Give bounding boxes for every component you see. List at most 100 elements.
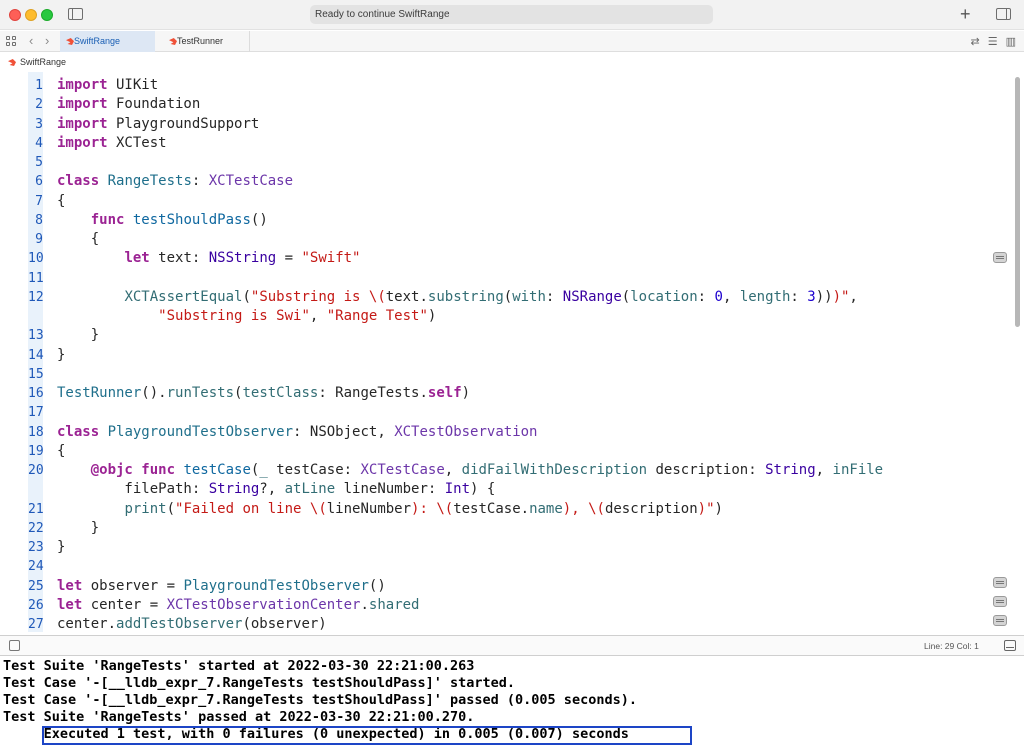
line-number: 7 — [35, 193, 43, 209]
line-number: 23 — [28, 540, 44, 555]
line-number: 19 — [28, 443, 44, 459]
line-number: 8 — [35, 212, 43, 228]
line-number: 24 — [28, 559, 44, 575]
line-number: 10 — [28, 251, 44, 267]
code-line[interactable]: 14} — [0, 346, 1010, 365]
code-line[interactable]: 20 @objc func testCase(_ testCase: XCTes… — [0, 461, 1010, 480]
line-number: 15 — [28, 366, 44, 382]
breadcrumb-item[interactable]: SwiftRange — [20, 53, 66, 72]
activity-status: Ready to continue SwiftRange — [310, 5, 713, 24]
split-editor-icon[interactable]: ▥ — [1006, 35, 1016, 48]
sidebar-toggle-icon[interactable] — [68, 8, 83, 20]
code-text[interactable]: } — [57, 519, 99, 538]
tab-bar: ‹ › SwiftRange TestRunner ⇄ ☰ ▥ — [0, 31, 1024, 52]
highlight-box — [42, 726, 692, 745]
forward-icon[interactable]: › — [45, 33, 49, 49]
code-line[interactable]: 3 import PlaygroundSupport — [0, 115, 1010, 134]
code-line[interactable]: 10 let text: NSString = "Swift" — [0, 249, 1010, 268]
code-text[interactable]: func testShouldPass() — [57, 211, 268, 230]
code-line[interactable]: 15 — [0, 365, 1010, 384]
checkbox-icon[interactable] — [9, 640, 20, 651]
code-line[interactable]: 23} — [0, 538, 1010, 557]
code-line[interactable]: 19 { — [0, 442, 1010, 461]
code-line[interactable]: 8 func testShouldPass() — [0, 211, 1010, 230]
result-preview-icon[interactable] — [993, 596, 1007, 607]
console-output: Test Suite 'RangeTests' started at 2022-… — [0, 657, 1024, 751]
zoom-window-button[interactable] — [41, 9, 53, 21]
line-number: 9 — [35, 232, 43, 247]
inspector-toggle-icon[interactable] — [996, 8, 1011, 20]
code-line[interactable]: filePath: String?, atLine lineNumber: In… — [0, 480, 1010, 499]
line-number: 20 — [28, 463, 44, 478]
code-line[interactable]: 26 let center = XCTestObservationCenter.s… — [0, 596, 1010, 615]
breadcrumb: SwiftRange — [0, 53, 1024, 72]
code-text[interactable]: { — [57, 442, 65, 461]
code-line[interactable]: 12 XCTAssertEqual("Substring is \(text.s… — [0, 288, 1010, 307]
code-text[interactable]: center.addTestObserver(observer) — [57, 615, 327, 632]
line-number: 18 — [28, 424, 44, 440]
close-window-button[interactable] — [9, 9, 21, 21]
line-column-indicator: Line: 29 Col: 1 — [924, 641, 979, 651]
line-number: 1 — [35, 78, 43, 93]
refresh-icon[interactable]: ⇄ — [971, 35, 980, 48]
code-text[interactable]: import PlaygroundSupport — [57, 115, 259, 134]
code-editor[interactable]: 1 import UIKit 2 import Foundation 3 import P… — [0, 72, 1024, 632]
code-text[interactable]: { — [57, 192, 65, 211]
code-text[interactable]: class PlaygroundTestObserver: NSObject, … — [57, 423, 537, 442]
code-line[interactable]: 4 import XCTest — [0, 134, 1010, 153]
code-line[interactable]: 18 class PlaygroundTestObserver: NSObject… — [0, 423, 1010, 442]
code-line[interactable]: 11 — [0, 269, 1010, 288]
code-line[interactable]: 1 import UIKit — [0, 76, 1010, 95]
line-number: 12 — [28, 289, 44, 305]
code-text[interactable]: import Foundation — [57, 95, 200, 114]
back-icon[interactable]: ‹ — [29, 33, 33, 49]
code-line[interactable]: 7{ — [0, 192, 1010, 211]
code-text[interactable]: "Substring is Swi", "Range Test") — [57, 307, 436, 326]
code-line[interactable]: 13 } — [0, 326, 1010, 345]
code-line[interactable]: "Substring is Swi", "Range Test") — [0, 307, 1010, 326]
related-items-icon[interactable] — [6, 36, 16, 46]
code-text[interactable]: import XCTest — [57, 134, 167, 153]
code-text[interactable]: class RangeTests: XCTestCase — [57, 172, 293, 191]
code-text[interactable]: XCTAssertEqual("Substring is \(text.subs… — [57, 288, 857, 307]
line-number: 27 — [28, 617, 44, 632]
editor-options-icon[interactable]: ☰ — [988, 35, 998, 48]
line-number: 25 — [28, 578, 44, 594]
result-preview-icon[interactable] — [993, 577, 1007, 588]
vertical-scroll-thumb[interactable] — [1015, 77, 1020, 327]
code-line[interactable]: 27 center.addTestObserver(observer) — [0, 615, 1010, 632]
code-line[interactable]: 9 { — [0, 230, 1010, 249]
code-line[interactable]: 21 print("Failed on line \(lineNumber): … — [0, 500, 1010, 519]
code-text[interactable]: filePath: String?, atLine lineNumber: In… — [57, 480, 495, 499]
code-text[interactable]: @objc func testCase(_ testCase: XCTestCa… — [57, 461, 883, 480]
code-line[interactable]: 5 — [0, 153, 1010, 172]
code-line[interactable]: 2 import Foundation — [0, 95, 1010, 114]
minimize-window-button[interactable] — [25, 9, 37, 21]
console-line: Test Suite 'RangeTests' started at 2022-… — [3, 658, 475, 674]
console-toggle-icon[interactable] — [1004, 640, 1016, 651]
code-line[interactable]: 17 — [0, 403, 1010, 422]
code-line[interactable]: 22 } — [0, 519, 1010, 538]
code-text[interactable]: let text: NSString = "Swift" — [57, 249, 360, 268]
add-icon[interactable]: + — [960, 4, 971, 24]
code-line[interactable]: 25 let observer = PlaygroundTestObserver(… — [0, 577, 1010, 596]
code-text[interactable]: } — [57, 346, 65, 365]
code-line[interactable]: 24 — [0, 557, 1010, 576]
tab-label: SwiftRange — [74, 36, 121, 46]
line-number: 11 — [28, 270, 44, 286]
result-preview-icon[interactable] — [993, 615, 1007, 626]
code-text[interactable]: let center = XCTestObservationCenter.sha… — [57, 596, 419, 615]
code-text[interactable]: } — [57, 538, 65, 557]
code-line[interactable]: 6 class RangeTests: XCTestCase — [0, 172, 1010, 191]
code-text[interactable]: let observer = PlaygroundTestObserver() — [57, 577, 386, 596]
code-text[interactable]: import UIKit — [57, 76, 158, 95]
code-text[interactable]: { — [57, 230, 99, 249]
code-line[interactable]: 16 TestRunner().runTests(testClass: Range… — [0, 384, 1010, 403]
result-preview-icon[interactable] — [993, 252, 1007, 263]
tab-swiftrange[interactable]: SwiftRange — [60, 31, 155, 52]
line-number: 3 — [35, 116, 43, 132]
tab-testrunner[interactable]: TestRunner — [165, 31, 250, 52]
code-text[interactable]: } — [57, 326, 99, 345]
code-text[interactable]: print("Failed on line \(lineNumber): \(t… — [57, 500, 723, 519]
code-text[interactable]: TestRunner().runTests(testClass: RangeTe… — [57, 384, 470, 403]
